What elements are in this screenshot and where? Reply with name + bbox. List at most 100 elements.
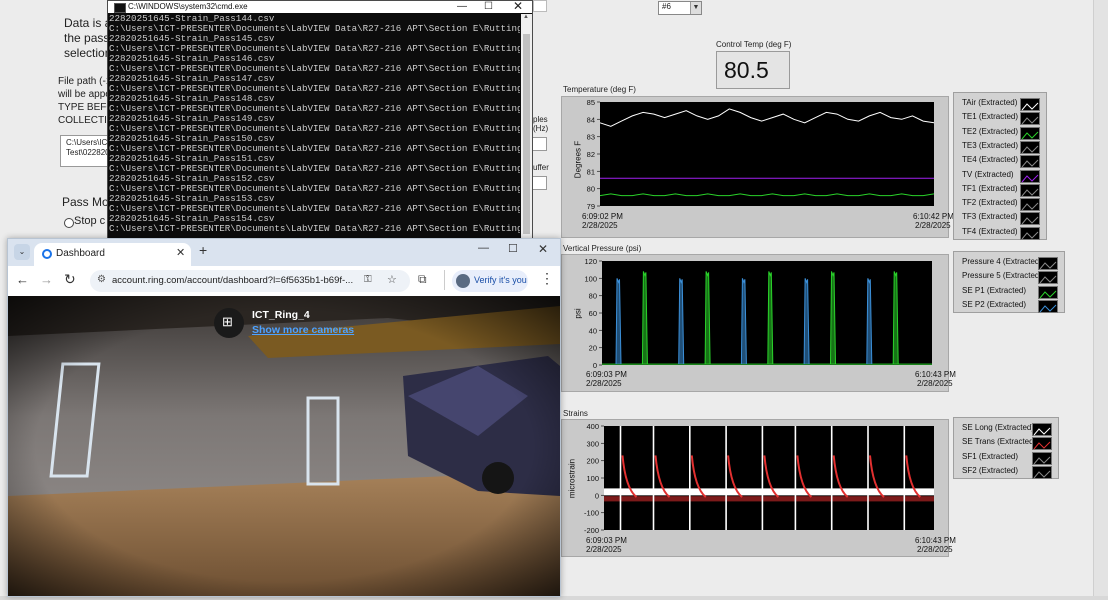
minimize-icon[interactable]: — <box>457 1 467 13</box>
legend-swatch[interactable] <box>1020 198 1040 212</box>
legend-item[interactable]: SE Long (Extracted) <box>954 422 1058 436</box>
legend-swatch[interactable] <box>1038 257 1058 270</box>
pressure-chart: psi 0 20 40 60 80 100 120 6:09:03 PM 2/28/2025… <box>561 254 956 392</box>
legend-item[interactable]: Pressure 5 (Extracted) <box>954 270 1064 285</box>
legend-swatch[interactable] <box>1032 423 1052 436</box>
legend-swatch[interactable] <box>1032 465 1052 479</box>
channel-select-value: #6 <box>662 2 671 11</box>
legend-label: TE2 (Extracted) <box>962 126 1019 136</box>
legend-label: TF1 (Extracted) <box>962 183 1018 193</box>
verify-button[interactable]: Verify it's you <box>452 270 528 292</box>
legend-item[interactable]: SF1 (Extracted) <box>954 451 1058 465</box>
plot-area <box>600 102 934 206</box>
cmd-window[interactable]: C:\WINDOWS\system32\cmd.exe — ☐ ✕ 228202… <box>107 0 533 248</box>
cmd-app-icon <box>114 3 126 13</box>
chrome-close-icon[interactable]: ✕ <box>538 242 548 256</box>
chart-title-pressure: Vertical Pressure (psi) <box>563 244 642 253</box>
legend-swatch[interactable] <box>1020 212 1040 226</box>
legend-item[interactable]: TF4 (Extracted) <box>954 226 1046 240</box>
file-path-box-line-1: C:\Users\ICT <box>66 138 113 147</box>
legend-item[interactable]: SE P1 (Extracted) <box>954 285 1064 299</box>
cmd-scrollbar[interactable]: ▲ <box>521 14 532 247</box>
forward-icon[interactable]: → <box>40 272 53 287</box>
maximize-icon[interactable]: ☐ <box>484 1 493 13</box>
tab-close-icon[interactable]: ✕ <box>176 246 185 259</box>
buffer-input[interactable] <box>531 176 547 190</box>
legend-item[interactable]: TE3 (Extracted) <box>954 140 1046 154</box>
legend-swatch[interactable] <box>1032 451 1052 465</box>
extensions-icon[interactable]: ⧉ <box>418 272 427 287</box>
legend-item[interactable]: TV (Extracted) <box>954 169 1046 183</box>
legend-item[interactable]: TF3 (Extracted) <box>954 211 1046 226</box>
back-icon[interactable]: ← <box>16 272 29 287</box>
chrome-minimize-icon[interactable]: — <box>478 242 489 254</box>
pressure-x-start-time: 6:09:03 PM <box>586 370 627 379</box>
legend-item[interactable]: TF2 (Extracted) <box>954 197 1046 212</box>
legend-swatch[interactable] <box>1038 271 1058 285</box>
legend-item[interactable]: TE4 (Extracted) <box>954 154 1046 169</box>
camera-grid-icon[interactable]: ⊞ <box>214 308 244 338</box>
chrome-window[interactable]: ⌄ Dashboard ✕ + — ☐ ✕ ← → ↻ ⚙ account.ri… <box>7 238 561 597</box>
menu-kebab-icon[interactable]: ⋮ <box>540 270 554 287</box>
temperature-legend: TAir (Extracted) TE1 (Extracted) TE2 (Extr… <box>953 92 1047 240</box>
file-path-box[interactable]: C:\Users\ICT Test\022820 <box>60 135 113 167</box>
legend-swatch[interactable] <box>1020 140 1040 154</box>
cmd-titlebar[interactable]: C:\WINDOWS\system32\cmd.exe — ☐ ✕ <box>108 0 532 13</box>
panel-right-edge <box>1093 0 1108 600</box>
stop-radio[interactable] <box>64 218 74 228</box>
legend-swatch[interactable] <box>1020 226 1040 240</box>
legend-item[interactable]: TF1 (Extracted) <box>954 183 1046 197</box>
new-tab-icon[interactable]: + <box>199 242 207 258</box>
scroll-thumb[interactable] <box>523 34 530 234</box>
toolbar-divider <box>444 270 445 290</box>
legend-swatch[interactable] <box>1020 98 1040 111</box>
y-tick-label: 120 <box>584 257 597 266</box>
legend-label: TF3 (Extracted) <box>962 212 1018 222</box>
show-more-cameras-link[interactable]: Show more cameras <box>252 324 354 336</box>
legend-swatch[interactable] <box>1020 169 1040 183</box>
scroll-up-icon[interactable]: ▲ <box>523 14 529 20</box>
control-temp-value: 80.5 <box>724 57 769 83</box>
camera-name: ICT_Ring_4 <box>252 309 310 321</box>
legend-swatch[interactable] <box>1020 183 1040 197</box>
legend-swatch[interactable] <box>1020 155 1040 169</box>
y-tick-label: 85 <box>587 98 595 107</box>
top-control[interactable] <box>533 0 547 12</box>
verify-label: Verify it's you <box>474 275 527 285</box>
legend-swatch[interactable] <box>1020 126 1040 140</box>
legend-item[interactable]: Pressure 4 (Extracted) <box>954 256 1064 270</box>
star-icon[interactable]: ☆ <box>387 273 397 286</box>
legend-swatch[interactable] <box>1020 112 1040 126</box>
legend-swatch[interactable] <box>1038 299 1058 313</box>
address-bar[interactable]: ⚙ account.ring.com/account/dashboard?l=6… <box>90 270 410 292</box>
camera-video-feed[interactable]: ⊞ ICT_Ring_4 Show more cameras <box>8 296 560 596</box>
tab-dashboard[interactable]: Dashboard ✕ <box>34 243 191 266</box>
stop-option-label: Stop c <box>74 215 106 227</box>
reload-icon[interactable]: ↻ <box>64 271 76 288</box>
legend-label: SF2 (Extracted) <box>962 465 1019 475</box>
legend-item[interactable]: SF2 (Extracted) <box>954 465 1058 479</box>
legend-swatch[interactable] <box>1032 437 1052 451</box>
y-tick-label: 200 <box>586 457 599 466</box>
legend-item[interactable]: TAir (Extracted) <box>954 97 1046 111</box>
samples-input[interactable] <box>531 137 547 151</box>
tab-search-icon[interactable]: ⌄ <box>14 244 30 260</box>
close-icon[interactable]: ✕ <box>513 0 523 12</box>
pressure-x-end-time: 6:10:43 PM <box>915 370 956 379</box>
legend-label: SE Trans (Extracted) <box>962 437 1037 447</box>
legend-label: TV (Extracted) <box>962 169 1014 179</box>
legend-label: Pressure 5 (Extracted) <box>962 271 1043 281</box>
legend-item[interactable]: SE P2 (Extracted) <box>954 299 1064 313</box>
legend-item[interactable]: TE1 (Extracted) <box>954 111 1046 126</box>
y-tick-label: 0 <box>595 491 599 500</box>
legend-item[interactable]: TE2 (Extracted) <box>954 126 1046 140</box>
chrome-maximize-icon[interactable]: ☐ <box>508 242 518 255</box>
y-tick-label: 82 <box>587 150 595 159</box>
channel-select[interactable]: #6 ▼ <box>658 1 702 15</box>
ring-favicon-icon <box>42 249 52 259</box>
legend-swatch[interactable] <box>1038 285 1058 299</box>
key-icon[interactable]: ⚿ <box>364 274 372 285</box>
url-text[interactable]: account.ring.com/account/dashboard?l=6f5… <box>112 275 353 286</box>
site-info-icon[interactable]: ⚙ <box>97 274 106 285</box>
legend-item[interactable]: SE Trans (Extracted) <box>954 436 1058 451</box>
